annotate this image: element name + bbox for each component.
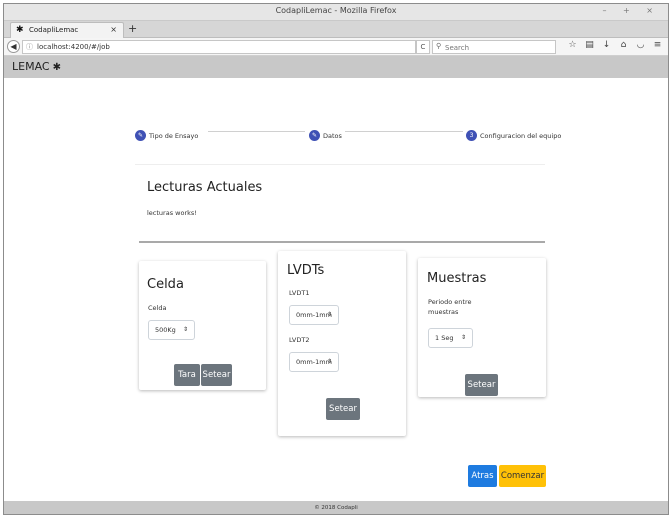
lvdt2-label: LVDT2	[289, 336, 310, 344]
app-header: LEMAC ✱	[4, 56, 668, 78]
muestras-field-label: Periodo entre muestras	[428, 297, 472, 317]
celda-select[interactable]: 500Kg ⇕	[148, 320, 195, 340]
browser-window: CodapliLemac - Mozilla Firefox – + × ✱ C…	[3, 3, 669, 515]
celda-field-label: Celda	[148, 304, 167, 312]
step-label: Configuracion del equipo	[480, 131, 562, 140]
bookmark-star-icon[interactable]: ☆	[564, 40, 581, 50]
lvdts-title: LVDTs	[287, 263, 325, 278]
reading-list-icon[interactable]: ▤	[581, 40, 598, 50]
muestras-title: Muestras	[427, 271, 487, 286]
footer: © 2018 Codapli	[4, 501, 668, 514]
muestras-select[interactable]: 1 Seg ⇕	[428, 328, 473, 348]
brand-name: LEMAC	[12, 60, 50, 73]
select-arrows-icon: ⇕	[326, 358, 332, 365]
step-configuracion[interactable]: 3 Configuracion del equipo	[466, 125, 562, 141]
search-input[interactable]	[445, 42, 545, 53]
muestras-card: Muestras Periodo entre muestras 1 Seg ⇕ S…	[418, 258, 546, 397]
muestras-label-line2: muestras	[428, 308, 459, 316]
muestras-select-value: 1 Seg	[435, 334, 454, 342]
select-arrows-icon: ⇕	[326, 311, 332, 318]
tara-button[interactable]: Tara	[174, 364, 200, 386]
check-icon: ✎	[135, 130, 146, 141]
muestras-label-line1: Periodo entre	[428, 298, 472, 306]
atras-button[interactable]: Atras	[468, 465, 497, 487]
divider	[139, 241, 545, 243]
window-titlebar: CodapliLemac - Mozilla Firefox – + ×	[4, 4, 668, 21]
reload-icon[interactable]: C	[416, 40, 430, 54]
downloads-icon[interactable]: ↓	[598, 40, 615, 50]
toolbar-icons: ☆ ▤ ↓ ⌂ ◡ ≡	[564, 40, 666, 50]
new-tab-button[interactable]: +	[128, 22, 137, 35]
step-label: Tipo de Ensayo	[149, 131, 199, 140]
browser-tab[interactable]: ✱ CodapliLemac ×	[10, 22, 124, 38]
step-connector	[208, 131, 305, 132]
celda-title: Celda	[147, 277, 184, 292]
step-connector	[345, 131, 463, 132]
back-arrow-icon[interactable]: ◀	[7, 40, 20, 53]
setear-lvdts-button[interactable]: Setear	[326, 398, 360, 420]
select-arrows-icon: ⇕	[182, 326, 188, 333]
window-controls[interactable]: – + ×	[603, 6, 661, 15]
step-number: 3	[466, 130, 477, 141]
step-tipo-de-ensayo[interactable]: ✎ Tipo de Ensayo	[135, 125, 199, 141]
menu-icon[interactable]: ≡	[649, 40, 666, 50]
pocket-icon[interactable]: ◡	[632, 40, 649, 50]
url-text[interactable]: localhost:4200/#/job	[37, 43, 110, 51]
info-icon[interactable]: ⓘ	[26, 42, 33, 52]
url-bar[interactable]: ⓘ localhost:4200/#/job	[22, 40, 416, 54]
setear-muestras-button[interactable]: Setear	[465, 374, 498, 396]
tab-bar: ✱ CodapliLemac × +	[4, 21, 668, 38]
window-title: CodapliLemac - Mozilla Firefox	[275, 6, 397, 15]
lvdt1-select[interactable]: 0mm-1mm ⇕	[289, 305, 339, 325]
check-icon: ✎	[309, 130, 320, 141]
divider	[135, 164, 545, 165]
search-icon: ⚲	[436, 42, 442, 50]
favicon-icon: ✱	[16, 25, 24, 35]
celda-select-value: 500Kg	[155, 326, 176, 334]
tab-label: CodapliLemac	[29, 26, 79, 34]
brand[interactable]: LEMAC ✱	[12, 60, 61, 73]
step-label: Datos	[323, 131, 342, 140]
step-datos[interactable]: ✎ Datos	[309, 125, 342, 141]
nav-bar: ◀ ⓘ localhost:4200/#/job C ⚲ ☆▤↓⌂◡≡	[4, 38, 668, 56]
lecturas-title: Lecturas Actuales	[147, 180, 263, 195]
celda-card: Celda Celda 500Kg ⇕ Tara Setear	[139, 261, 266, 390]
utn-logo-icon: ✱	[52, 62, 61, 73]
main-content: ✎ Tipo de Ensayo ✎ Datos 3 Configuracion de…	[4, 78, 668, 514]
setear-celda-button[interactable]: Setear	[201, 364, 232, 386]
lecturas-text: lecturas works!	[147, 209, 197, 217]
tab-close-icon[interactable]: ×	[110, 25, 117, 34]
select-arrows-icon: ⇕	[460, 334, 466, 341]
lvdt2-select[interactable]: 0mm-1mm ⇕	[289, 352, 339, 372]
search-box[interactable]: ⚲	[432, 40, 556, 54]
lvdt1-label: LVDT1	[289, 289, 310, 297]
home-icon[interactable]: ⌂	[615, 40, 632, 50]
lvdts-card: LVDTs LVDT1 0mm-1mm ⇕ LVDT2 0mm-1mm ⇕ Sete…	[278, 251, 406, 436]
comenzar-button[interactable]: Comenzar	[499, 465, 546, 487]
